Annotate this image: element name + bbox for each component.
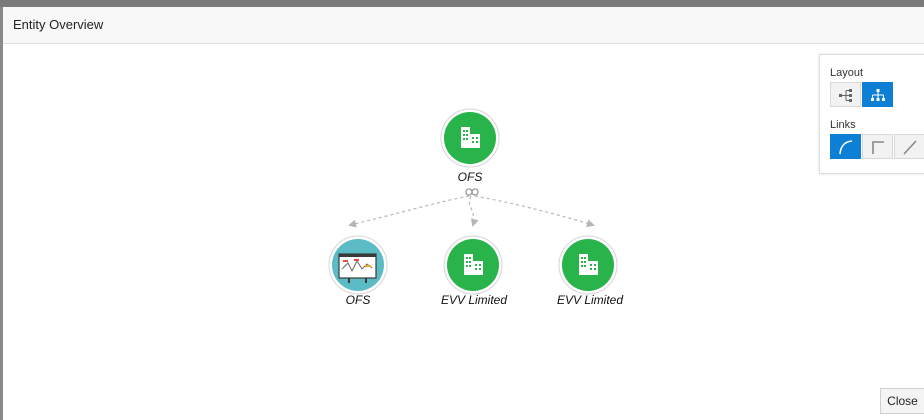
- link-curved-button[interactable]: [830, 134, 861, 159]
- link-orthogonal-button[interactable]: [862, 134, 893, 159]
- graph-canvas[interactable]: OFS OFS EVV Limited EVV Limited: [3, 7, 924, 420]
- node-ofs-root[interactable]: [440, 108, 500, 168]
- link-ofs-to-evv-1: [468, 195, 479, 227]
- layout-label: Layout: [830, 67, 864, 79]
- node-evv-limited-2[interactable]: [558, 235, 618, 295]
- straight-link-icon: [902, 139, 917, 155]
- close-button[interactable]: Close: [880, 388, 924, 414]
- link-straight-button[interactable]: [894, 134, 924, 159]
- node-label-ofs-report: OFS: [345, 293, 371, 307]
- node-ofs-report[interactable]: [328, 235, 388, 295]
- link-ofs-to-ofs-report: [348, 195, 470, 228]
- dialog-title: Entity Overview: [13, 17, 104, 32]
- curved-link-icon: [838, 139, 852, 154]
- links-label: Links: [830, 119, 856, 131]
- expand-collapse-icon[interactable]: [465, 188, 479, 196]
- layout-horizontal-button[interactable]: [830, 82, 861, 107]
- entity-overview-dialog: OFS OFS EVV Limited EVV Limited Entity O…: [3, 7, 924, 420]
- node-label-ofs-root: OFS: [457, 170, 483, 184]
- dialog-header: Entity Overview: [3, 7, 924, 44]
- window-top-border: [0, 0, 924, 7]
- graph-options-panel: Layout Links: [819, 54, 924, 174]
- node-label-evv-limited-2: EVV Limited: [556, 293, 624, 307]
- horizontal-tree-icon: [838, 88, 852, 102]
- node-evv-limited-1[interactable]: [443, 235, 503, 295]
- orthogonal-link-icon: [871, 140, 884, 154]
- node-label-evv-limited-1: EVV Limited: [440, 293, 508, 307]
- vertical-tree-icon: [870, 88, 885, 101]
- link-ofs-to-evv-2: [474, 195, 595, 228]
- layout-vertical-button[interactable]: [862, 82, 893, 107]
